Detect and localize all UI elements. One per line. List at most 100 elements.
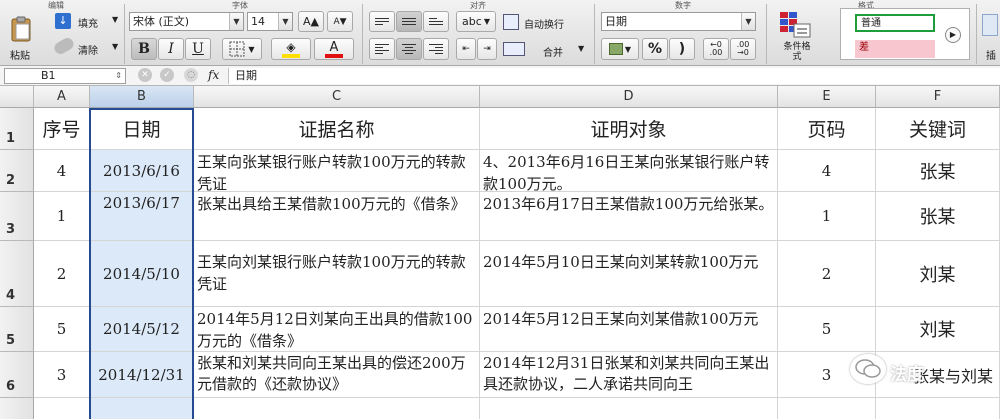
- underline-button[interactable]: U: [185, 38, 211, 60]
- increase-decimal-button[interactable]: ←0 .00: [703, 38, 729, 60]
- wrap-text-icon[interactable]: [503, 14, 519, 30]
- cell-c7[interactable]: [194, 398, 480, 419]
- cell-b6[interactable]: 2014/12/31: [90, 352, 194, 398]
- font-name-select[interactable]: 宋体 (正文) ▼: [129, 12, 244, 31]
- formula-input[interactable]: 日期: [228, 68, 1000, 84]
- cancel-icon[interactable]: ✕: [138, 68, 152, 82]
- row-header-1[interactable]: 1: [0, 108, 34, 150]
- decrease-indent-button[interactable]: ⇤: [456, 38, 476, 60]
- style-bad[interactable]: 差: [855, 40, 935, 58]
- cell-a1[interactable]: 序号: [34, 108, 90, 150]
- cell-f1[interactable]: 关键词: [876, 108, 1000, 150]
- cell-b1[interactable]: 日期: [90, 108, 194, 150]
- cell-a3[interactable]: 1: [34, 192, 90, 241]
- gallery-next-icon[interactable]: ▶: [945, 27, 961, 43]
- cell-a2[interactable]: 4: [34, 150, 90, 192]
- cell-c5[interactable]: 2014年5月12日刘某向王出具的借款100万元的《借条》: [194, 307, 480, 352]
- cell-b4[interactable]: 2014/5/10: [90, 241, 194, 307]
- grow-font-button[interactable]: A▲: [298, 11, 324, 32]
- italic-button[interactable]: I: [158, 38, 184, 60]
- insert-function-icon[interactable]: fx: [208, 68, 219, 82]
- paste-button[interactable]: [4, 12, 38, 46]
- cell-f3[interactable]: 张某: [876, 192, 1000, 241]
- cell-e4[interactable]: 2: [778, 241, 876, 307]
- column-header-f[interactable]: F: [876, 86, 1000, 108]
- cell-f7[interactable]: [876, 398, 1000, 419]
- row-header-4[interactable]: 4: [0, 241, 34, 307]
- fill-down-icon[interactable]: ↓: [55, 13, 71, 29]
- column-header-b[interactable]: B: [90, 86, 194, 108]
- cell-b2[interactable]: 2013/6/16: [90, 150, 194, 192]
- insert-label[interactable]: 插: [986, 47, 996, 62]
- cell-a7[interactable]: [34, 398, 90, 419]
- cell-b5[interactable]: 2014/5/12: [90, 307, 194, 352]
- borders-button[interactable]: ▼: [222, 38, 262, 60]
- cell-a5[interactable]: 5: [34, 307, 90, 352]
- cell-b3[interactable]: 2013/6/17: [90, 192, 194, 241]
- cell-c2[interactable]: 王某向张某银行账户转款100万元的转款凭证: [194, 150, 480, 192]
- percent-button[interactable]: %: [642, 38, 668, 60]
- cell-d1[interactable]: 证明对象: [480, 108, 778, 150]
- row-header-6[interactable]: 6: [0, 352, 34, 398]
- merge-icon[interactable]: [503, 42, 525, 56]
- conditional-format-button[interactable]: [778, 10, 812, 40]
- fill-dropdown-icon[interactable]: ▼: [112, 15, 118, 24]
- confirm-icon[interactable]: ✓: [160, 68, 174, 82]
- column-header-c[interactable]: C: [194, 86, 480, 108]
- cell-f2[interactable]: 张某: [876, 150, 1000, 192]
- column-header-e[interactable]: E: [778, 86, 876, 108]
- cell-d3[interactable]: 2013年6月17日王某借款100万元给张某。: [480, 192, 778, 241]
- row-header-3[interactable]: 3: [0, 192, 34, 241]
- cell-c4[interactable]: 王某向刘某银行账户转款100万元的转款凭证: [194, 241, 480, 307]
- wrap-text-label[interactable]: 自动换行: [524, 16, 564, 31]
- cell-c1[interactable]: 证据名称: [194, 108, 480, 150]
- align-left-button[interactable]: [369, 38, 395, 60]
- name-box[interactable]: B1 ⇕: [4, 68, 126, 84]
- style-normal[interactable]: 普通: [855, 14, 935, 32]
- cell-f5[interactable]: 刘某: [876, 307, 1000, 352]
- cell-e2[interactable]: 4: [778, 150, 876, 192]
- currency-button[interactable]: ▼: [601, 38, 639, 60]
- cell-e5[interactable]: 5: [778, 307, 876, 352]
- cell-c6[interactable]: 张某和刘某共同向王某出具的偿还200万元借款的《还款协议》: [194, 352, 480, 398]
- bold-button[interactable]: B: [131, 38, 157, 60]
- cell-c3[interactable]: 张某出具给王某借款100万元的《借条》: [194, 192, 480, 241]
- fill-label[interactable]: 填充: [78, 15, 98, 30]
- align-center-button[interactable]: [396, 38, 422, 60]
- column-header-a[interactable]: A: [34, 86, 90, 108]
- row-header-7[interactable]: [0, 398, 34, 419]
- cell-d7[interactable]: [480, 398, 778, 419]
- comma-style-button[interactable]: ): [669, 38, 695, 60]
- align-top-button[interactable]: [369, 11, 395, 32]
- row-header-5[interactable]: 5: [0, 307, 34, 352]
- text-orientation-button[interactable]: abc ▼: [456, 11, 496, 32]
- cell-f4[interactable]: 刘某: [876, 241, 1000, 307]
- align-middle-button[interactable]: [396, 11, 422, 32]
- number-format-select[interactable]: 日期 ▼: [601, 12, 756, 31]
- cell-d5[interactable]: 2014年5月12日王某向刘某借款100万元: [480, 307, 778, 352]
- select-all-corner[interactable]: [0, 86, 34, 108]
- column-header-d[interactable]: D: [480, 86, 778, 108]
- merge-label[interactable]: 合并: [543, 44, 563, 59]
- decrease-decimal-button[interactable]: .00 →0: [730, 38, 756, 60]
- cell-e7[interactable]: [778, 398, 876, 419]
- fill-color-button[interactable]: ◈: [271, 38, 311, 60]
- increase-indent-button[interactable]: ⇥: [477, 38, 497, 60]
- function-menu-icon[interactable]: ◌: [184, 68, 198, 82]
- merge-dropdown-icon[interactable]: ▼: [578, 44, 584, 53]
- cell-b7[interactable]: [90, 398, 194, 419]
- cell-a4[interactable]: 2: [34, 241, 90, 307]
- clear-dropdown-icon[interactable]: ▼: [112, 42, 118, 51]
- conditional-format-label[interactable]: 条件格式: [783, 42, 811, 62]
- cell-a6[interactable]: 3: [34, 352, 90, 398]
- font-color-button[interactable]: A: [314, 38, 354, 60]
- cell-d6[interactable]: 2014年12月31日张某和刘某共同向王某出具还款协议，二人承诺共同向王: [480, 352, 778, 398]
- cell-e3[interactable]: 1: [778, 192, 876, 241]
- cell-e1[interactable]: 页码: [778, 108, 876, 150]
- eraser-icon[interactable]: [52, 35, 76, 57]
- cell-d4[interactable]: 2014年5月10日王某向刘某转款100万元: [480, 241, 778, 307]
- insert-cells-icon[interactable]: [982, 14, 998, 36]
- row-header-2[interactable]: 2: [0, 150, 34, 192]
- shrink-font-button[interactable]: A▼: [327, 11, 353, 32]
- align-bottom-button[interactable]: [423, 11, 449, 32]
